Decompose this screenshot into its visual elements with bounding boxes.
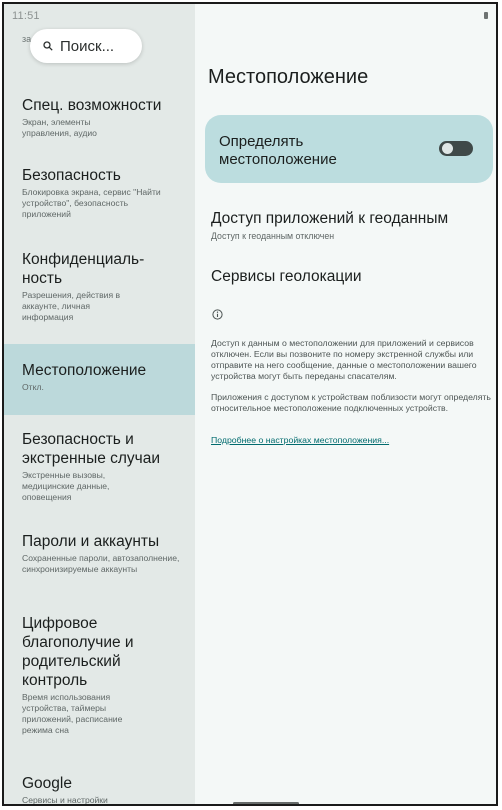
page-title: Местоположение: [208, 66, 369, 88]
use-location-toggle-row[interactable]: Определять местоположение: [205, 115, 493, 183]
sidebar-item-title: Местоположение: [22, 362, 147, 379]
sidebar-item-subtitle: Экстренные вызовы, медицинские данные, о…: [22, 470, 110, 502]
sidebar-item-title: Пароли и аккаунты: [22, 533, 160, 550]
sidebar-item-subtitle: Время использования устройства, таймеры …: [22, 692, 123, 735]
sidebar-item-title: Спец. возможности: [22, 97, 162, 114]
battery-icon: [484, 12, 488, 19]
location-services-row[interactable]: Сервисы геолокации: [211, 268, 362, 286]
sidebar-item-subtitle: Откл.: [22, 382, 44, 392]
info-icon: [212, 309, 223, 320]
use-location-label: Определять местоположение: [219, 133, 337, 168]
sidebar-item-title: Google: [22, 775, 72, 792]
sidebar-item-subtitle: Блокировка экрана, сервис "Найти устройс…: [22, 187, 161, 219]
sidebar-item-subtitle: Экран, элементы управления, аудио: [22, 117, 97, 138]
sidebar-item-title: Цифровое благополучие и родительский кон…: [22, 615, 134, 689]
sidebar-item-title: Безопасность: [22, 167, 121, 184]
location-settings-panel: Местоположение Определять местоположение…: [195, 4, 496, 804]
sidebar-item-title: Безопасность и экстренные случаи: [22, 431, 161, 467]
sidebar-item-title: Конфиденциаль-ность: [22, 251, 145, 287]
learn-more-link[interactable]: Подробнее о настройках местоположения...: [211, 435, 389, 445]
device-frame: 11:51 за... Поиск... Спец. возможности Э…: [2, 2, 498, 806]
search-button[interactable]: Поиск...: [30, 29, 142, 63]
app-location-access-subtitle: Доступ к геоданным отключен: [211, 231, 335, 241]
status-time: 11:51: [12, 10, 40, 22]
switch-knob: [442, 143, 453, 154]
sidebar-item-location[interactable]: Местоположение Откл.: [4, 344, 195, 415]
sidebar-item-google[interactable]: Google Сервисы и настройки: [4, 774, 195, 805]
location-off-info-text: Доступ к данным о местоположении для при…: [211, 338, 477, 381]
app-location-access-title: Доступ приложений к геоданным: [211, 210, 449, 227]
sidebar-item-accessibility[interactable]: Спец. возможности Экран, элементы управл…: [4, 96, 195, 139]
search-icon: [43, 41, 53, 51]
app-location-access-row[interactable]: Доступ приложений к геоданным Доступ к г…: [211, 209, 491, 241]
nearby-devices-info-text: Приложения с доступом к устройствам побл…: [211, 392, 491, 413]
search-label: Поиск...: [60, 37, 115, 55]
settings-sidebar: 11:51 за... Поиск... Спец. возможности Э…: [4, 4, 195, 804]
sidebar-item-safety-emergency[interactable]: Безопасность и экстренные случаи Экстрен…: [4, 430, 195, 503]
gesture-nav-handle[interactable]: [233, 802, 299, 804]
sidebar-item-subtitle: Сервисы и настройки: [22, 795, 108, 805]
sidebar-item-security[interactable]: Безопасность Блокировка экрана, сервис "…: [4, 166, 195, 220]
sidebar-item-privacy[interactable]: Конфиденциаль-ность Разрешения, действия…: [4, 250, 195, 323]
sidebar-item-passwords-accounts[interactable]: Пароли и аккаунты Сохраненные пароли, ав…: [4, 532, 195, 575]
sidebar-item-subtitle: Разрешения, действия в аккаунте, личная …: [22, 290, 121, 322]
sidebar-item-subtitle: Сохраненные пароли, автозаполнение, синх…: [22, 553, 180, 574]
use-location-switch[interactable]: [439, 141, 473, 156]
sidebar-item-digital-wellbeing[interactable]: Цифровое благополучие и родительский кон…: [4, 614, 195, 736]
